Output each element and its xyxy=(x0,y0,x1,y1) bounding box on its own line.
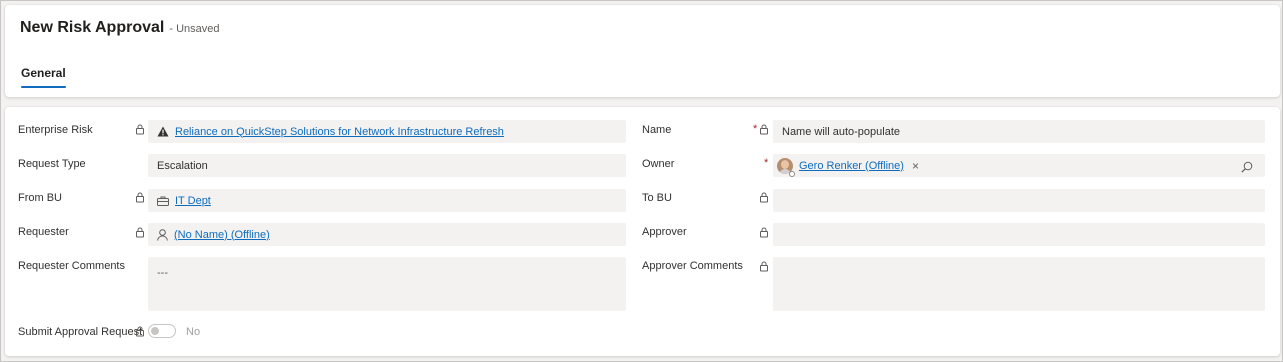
submit-approval-toggle[interactable] xyxy=(148,324,176,338)
name-field[interactable]: Name will auto-populate xyxy=(773,120,1265,143)
toggle-knob xyxy=(151,327,159,335)
lock-icon xyxy=(136,124,144,135)
person-icon xyxy=(157,228,168,241)
from-bu-label: From BU xyxy=(18,192,62,204)
from-bu-field[interactable]: IT Dept xyxy=(148,189,626,212)
name-value: Name will auto-populate xyxy=(782,125,901,138)
request-type-field[interactable]: Escalation xyxy=(148,154,626,177)
request-type-label: Request Type xyxy=(18,158,86,170)
approver-label: Approver xyxy=(642,226,687,238)
lock-icon xyxy=(760,227,768,238)
submit-approval-label: Submit Approval Request xyxy=(18,326,143,338)
owner-field[interactable]: Gero Renker (Offline) × xyxy=(773,154,1265,177)
tab-general[interactable]: General xyxy=(21,66,66,88)
enterprise-risk-link[interactable]: Reliance on QuickStep Solutions for Netw… xyxy=(175,126,504,138)
requester-field[interactable]: (No Name) (Offline) xyxy=(148,223,626,246)
submit-approval-value: No xyxy=(186,326,201,338)
presence-offline-icon xyxy=(789,171,795,177)
requester-link[interactable]: (No Name) (Offline) xyxy=(174,229,270,241)
owner-label: Owner xyxy=(642,158,675,170)
lock-icon xyxy=(760,192,768,203)
required-indicator: * xyxy=(764,157,769,169)
page-title: New Risk Approval xyxy=(20,19,165,36)
requester-label: Requester xyxy=(18,226,69,238)
business-unit-icon xyxy=(157,196,169,206)
to-bu-label: To BU xyxy=(642,192,672,204)
remove-owner-icon[interactable]: × xyxy=(912,159,919,173)
approver-comments-field[interactable] xyxy=(773,257,1265,311)
approver-field[interactable] xyxy=(773,223,1265,246)
requester-comments-label: Requester Comments xyxy=(18,260,125,272)
save-status: - Unsaved xyxy=(169,23,220,35)
request-type-value: Escalation xyxy=(157,159,208,172)
name-label: Name xyxy=(642,124,672,136)
from-bu-link[interactable]: IT Dept xyxy=(175,195,211,207)
owner-link[interactable]: Gero Renker (Offline) xyxy=(799,160,904,172)
enterprise-risk-label: Enterprise Risk xyxy=(18,124,93,136)
warning-icon xyxy=(157,126,169,137)
approver-comments-label: Approver Comments xyxy=(642,260,743,272)
lock-icon xyxy=(760,124,768,135)
lock-icon xyxy=(760,261,768,272)
required-indicator: * xyxy=(753,123,758,135)
title-row: New Risk Approval - Unsaved xyxy=(20,19,219,37)
lock-icon xyxy=(136,227,144,238)
requester-comments-field[interactable]: --- xyxy=(148,257,626,311)
lock-icon xyxy=(136,326,144,337)
requester-comments-value: --- xyxy=(157,267,168,279)
window-frame: New Risk Approval - Unsaved General Ente… xyxy=(0,0,1283,362)
search-icon[interactable] xyxy=(1241,161,1253,173)
lock-icon xyxy=(136,192,144,203)
enterprise-risk-field[interactable]: Reliance on QuickStep Solutions for Netw… xyxy=(148,120,626,143)
to-bu-field[interactable] xyxy=(773,189,1265,212)
form-header: New Risk Approval - Unsaved General xyxy=(5,5,1280,97)
